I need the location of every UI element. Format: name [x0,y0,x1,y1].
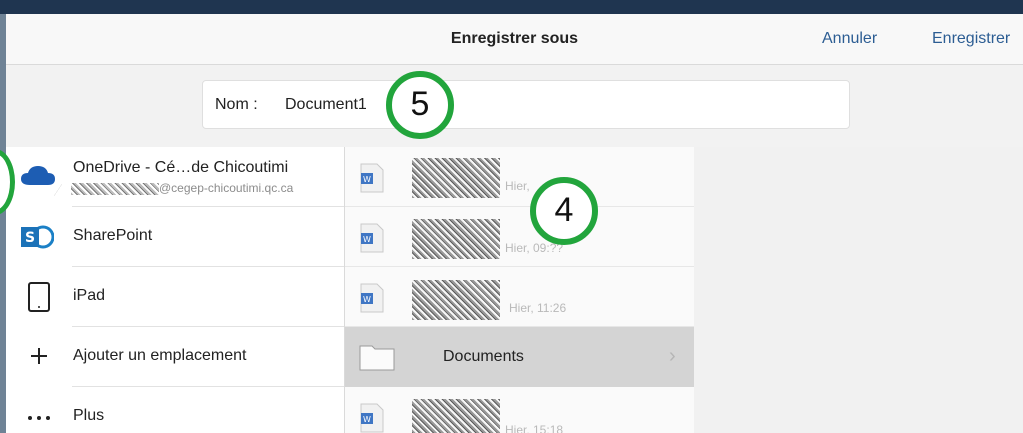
file-row[interactable]: W Hier, [345,147,695,207]
location-label: Ajouter un emplacement [73,347,247,364]
save-button[interactable]: Enregistrer [932,30,1010,48]
redacted-filename [412,158,500,198]
plus-icon [31,348,47,364]
svg-text:S: S [25,230,35,246]
location-ipad[interactable]: iPad [6,267,344,327]
ellipsis-icon [28,416,50,420]
location-label: Plus [73,407,105,424]
file-date: Hier, 15:18 [505,423,564,433]
file-row[interactable]: W Hier, 11:26 [345,267,695,327]
svg-text:W: W [363,235,371,244]
folder-row-documents[interactable]: Documents › [345,327,695,387]
word-icon: W [360,283,384,313]
location-label: iPad [73,287,106,304]
svg-text:W: W [363,295,371,304]
save-as-dialog: Enregistrer sous Annuler Enregistrer Nom… [6,14,1023,433]
svg-text:W: W [363,415,371,424]
sharepoint-icon: S [21,225,54,249]
file-date: Hier, [505,179,530,193]
file-row[interactable]: W Hier, 15:18 [345,387,695,433]
files-list: W Hier, W Hier, 09:?? W Hier, 11:26 Docu… [344,147,695,433]
filename-field[interactable]: Nom : Document1 [202,80,850,129]
callout-step-5: 5 [386,71,454,139]
mouse-cursor-icon [54,184,62,196]
folder-label: Documents [443,348,524,365]
redacted-filename [412,280,500,320]
redacted-filename [412,399,500,433]
onedrive-title: OneDrive - Cé…de Chicoutimi [73,159,289,176]
file-row[interactable]: W Hier, 09:?? [345,207,695,267]
redacted-username [71,182,159,195]
location-sharepoint[interactable]: S SharePoint [6,207,344,267]
dialog-header: Enregistrer sous Annuler Enregistrer [6,14,1023,65]
location-onedrive[interactable]: OneDrive - Cé…de Chicoutimi @cegep-chico… [6,147,344,207]
word-icon: W [360,163,384,193]
callout-step-4: 4 [530,177,598,245]
chevron-right-icon: › [669,345,676,367]
tablet-icon [28,282,50,312]
system-top-bar [0,0,1023,14]
filename-label: Nom : [215,96,258,113]
filename-input[interactable]: Document1 [285,96,367,114]
cloud-icon [21,166,55,185]
location-label: SharePoint [73,227,153,244]
add-location-button[interactable]: Ajouter un emplacement [6,327,344,387]
redacted-filename [412,219,500,259]
file-date: Hier, 11:26 [509,301,567,315]
onedrive-account: @cegep-chicoutimi.qc.ca [71,181,319,195]
folder-icon [359,345,395,371]
svg-text:W: W [363,175,371,184]
word-icon: W [360,403,384,433]
onedrive-email-domain: @cegep-chicoutimi.qc.ca [159,181,294,195]
cancel-button[interactable]: Annuler [822,30,877,48]
more-locations-button[interactable]: Plus [6,387,344,433]
word-icon: W [360,223,384,253]
empty-preview-pane [694,147,1023,433]
